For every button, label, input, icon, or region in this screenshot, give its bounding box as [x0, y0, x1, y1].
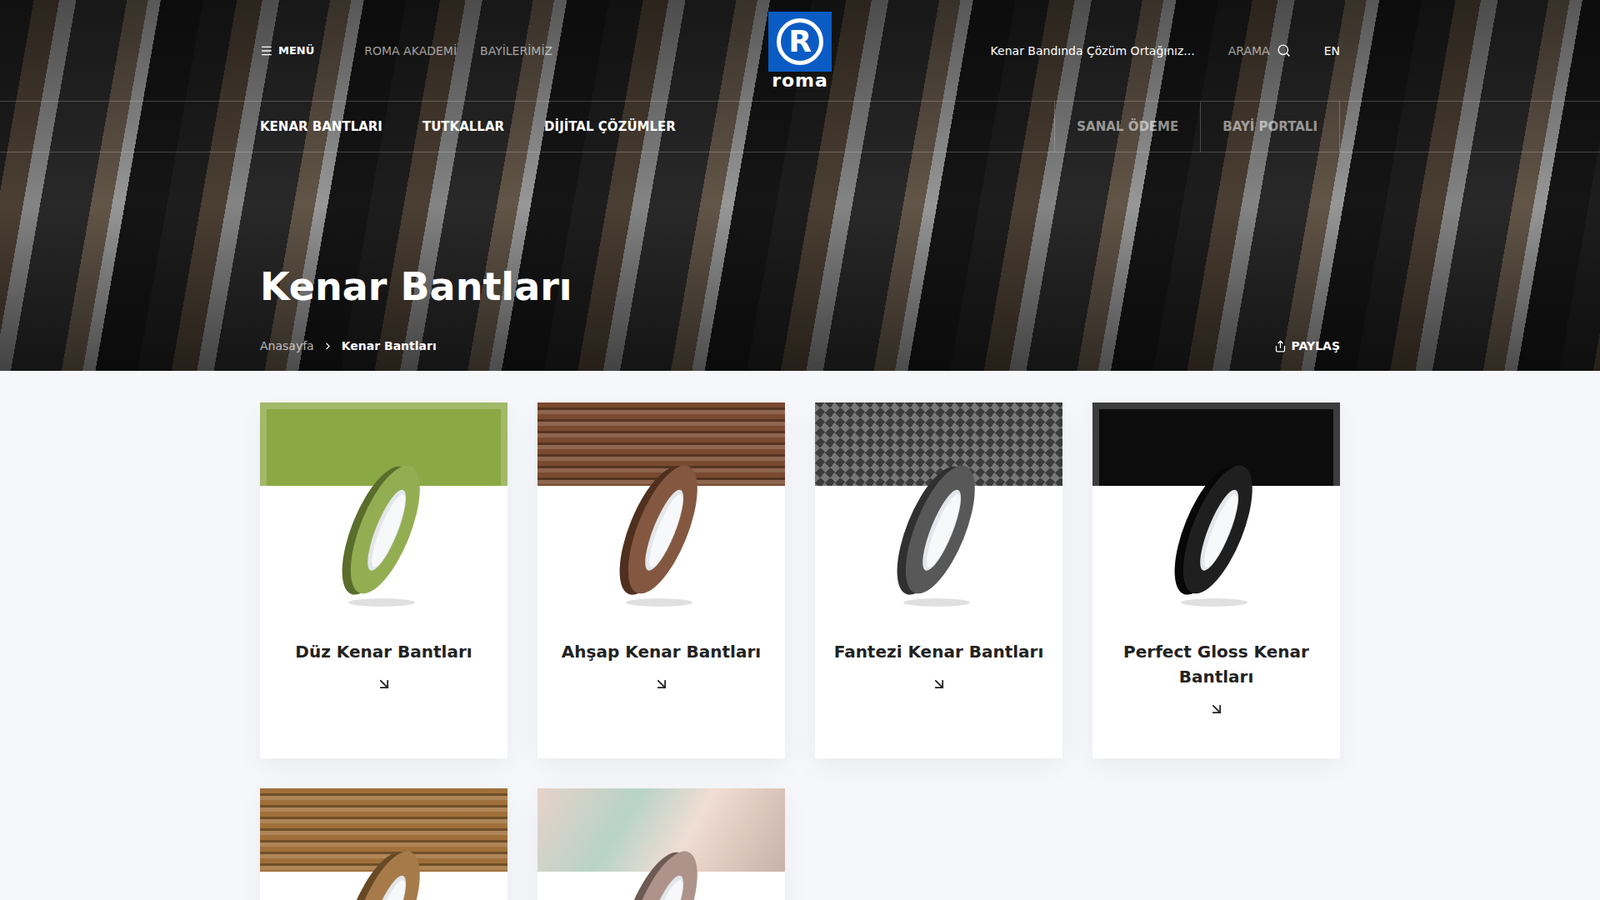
- hamburger-icon: [260, 44, 274, 58]
- search-link[interactable]: ARAMA: [1228, 44, 1270, 58]
- top-link[interactable]: BAYİLERİMİZ: [480, 44, 553, 58]
- swatch: [815, 402, 1063, 486]
- edge-band-roll-icon: [330, 836, 439, 900]
- top-bar: MENÜROMA AKADEMİBAYİLERİMİZRromaKenar Ba…: [0, 0, 1600, 102]
- breadcrumb: Anasayfa Kenar Bantları: [260, 339, 437, 353]
- edge-band-roll-icon: [607, 836, 716, 900]
- share-button[interactable]: PAYLAŞ: [1274, 339, 1340, 353]
- nav-item[interactable]: DİJİTAL ÇÖZÜMLER: [544, 119, 676, 135]
- swatch: [1092, 402, 1340, 486]
- edge-band-roll-icon: [607, 450, 716, 610]
- edge-band-roll-icon: [1162, 450, 1271, 610]
- edge-band-roll-icon: [885, 450, 994, 610]
- card-title: Düz Kenar Bantları: [278, 639, 489, 665]
- utility-nav: SANAL ÖDEMEBAYİ PORTALI: [1054, 101, 1340, 152]
- share-icon: [1274, 340, 1287, 353]
- nav-item[interactable]: TUTKALLAR: [422, 119, 505, 135]
- category-card[interactable]: Düz Kenar Bantları: [260, 402, 508, 759]
- category-card[interactable]: Fantezi Kenar Bantları: [815, 402, 1063, 759]
- tagline: Kenar Bandında Çözüm Ortağınız...: [990, 44, 1195, 58]
- card-title: Fantezi Kenar Bantları: [817, 639, 1061, 665]
- chevron-right-icon: [322, 340, 334, 352]
- swatch: [260, 402, 508, 486]
- arrow-down-right-icon: [375, 675, 393, 693]
- logo-mark: R: [768, 11, 832, 72]
- breadcrumb-item[interactable]: Anasayfa: [260, 339, 315, 353]
- utility-item[interactable]: SANAL ÖDEME: [1054, 101, 1200, 152]
- search-icon[interactable]: [1276, 43, 1291, 58]
- language-link[interactable]: EN: [1324, 44, 1340, 58]
- breadcrumb-item[interactable]: Kenar Bantları: [341, 339, 437, 353]
- category-card[interactable]: [260, 788, 508, 900]
- category-grid: Düz Kenar Bantları Ahşap Kenar Bantları Fa…: [260, 370, 1340, 900]
- swatch: [537, 788, 785, 872]
- utility-item[interactable]: BAYİ PORTALI: [1200, 101, 1340, 152]
- hero: MENÜROMA AKADEMİBAYİLERİMİZRromaKenar Ba…: [0, 0, 1600, 371]
- card-title: Ahşap Kenar Bantları: [545, 639, 778, 665]
- menu-button[interactable]: MENÜ: [260, 44, 315, 58]
- category-card[interactable]: Perfect Gloss Kenar Bantları: [1092, 402, 1340, 759]
- swatch: [537, 402, 785, 486]
- main-nav: KENAR BANTLARI TUTKALLAR DİJİTAL ÇÖZÜMLER: [260, 101, 676, 152]
- arrow-down-right-icon: [1208, 700, 1225, 718]
- top-left: MENÜ ROMA AKADEMİ BAYİLERİMİZ: [260, 44, 769, 58]
- category-card[interactable]: Ahşap Kenar Bantları: [537, 402, 785, 759]
- top-link[interactable]: ROMA AKADEMİ: [364, 44, 457, 58]
- nav-bar: KENAR BANTLARI TUTKALLAR DİJİTAL ÇÖZÜMLER S…: [0, 101, 1600, 153]
- arrow-down-right-icon: [930, 675, 948, 693]
- arrow-down-right-icon: [653, 675, 670, 693]
- edge-band-roll-icon: [330, 450, 439, 610]
- logo[interactable]: Rroma: [768, 11, 832, 90]
- category-card[interactable]: [537, 788, 785, 900]
- swatch: [260, 788, 508, 872]
- card-title: Perfect Gloss Kenar Bantları: [1092, 639, 1340, 690]
- page-title: Kenar Bantları: [260, 264, 1340, 310]
- top-right: Kenar Bandında Çözüm Ortağınız... ARAMA EN: [831, 43, 1340, 58]
- nav-item[interactable]: KENAR BANTLARI: [260, 119, 383, 135]
